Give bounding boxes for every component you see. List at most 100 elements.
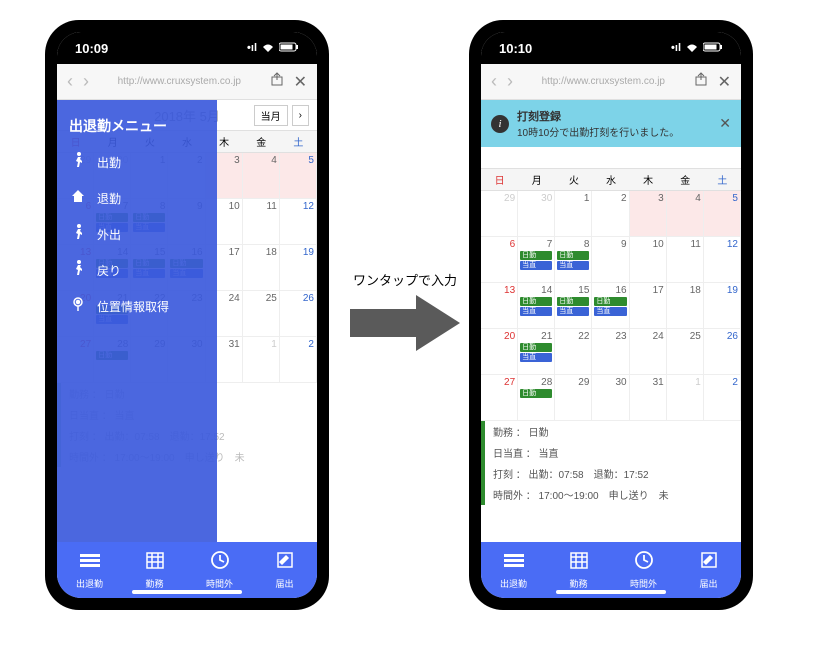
calendar-cell[interactable]: 17: [630, 283, 667, 329]
nav-icon: [80, 550, 100, 575]
day-number: 23: [594, 331, 626, 342]
menu-item-外出[interactable]: 外出: [57, 216, 217, 252]
notch: [122, 20, 252, 44]
nav-icon: [145, 550, 165, 575]
nav-item-届出[interactable]: 届出: [676, 542, 741, 598]
calendar-cell[interactable]: 11: [243, 199, 280, 245]
calendar-cell[interactable]: 5: [280, 153, 317, 199]
calendar-cell[interactable]: 7日勤当直: [518, 237, 555, 283]
current-month-button[interactable]: 当月: [254, 105, 288, 126]
menu-item-label: 退勤: [97, 190, 121, 207]
calendar-cell[interactable]: 3: [630, 191, 667, 237]
back-button[interactable]: ‹: [491, 71, 497, 92]
calendar-cell[interactable]: 18: [667, 283, 704, 329]
calendar-cell[interactable]: 16日勤当直: [592, 283, 629, 329]
url-bar[interactable]: http://www.cruxsystem.co.jp: [523, 76, 684, 87]
calendar-cell[interactable]: 12: [280, 199, 317, 245]
calendar-cell[interactable]: 4: [667, 191, 704, 237]
calendar-cell[interactable]: 2: [592, 191, 629, 237]
day-number: 1: [669, 377, 701, 388]
close-icon[interactable]: ✕: [294, 72, 307, 92]
notification-close-icon[interactable]: ✕: [719, 115, 731, 132]
signal-icon: •ıl: [247, 42, 257, 54]
day-number: 11: [669, 239, 701, 250]
calendar-cell[interactable]: 5: [704, 191, 741, 237]
calendar-cell[interactable]: 9: [592, 237, 629, 283]
share-icon[interactable]: [270, 72, 284, 91]
calendar-cell[interactable]: 30: [592, 375, 629, 421]
calendar-cell[interactable]: 29: [481, 191, 518, 237]
phone-right: 10:10 •ıl ‹ › http://www.cruxsystem.co.j…: [469, 20, 753, 610]
forward-button[interactable]: ›: [507, 71, 513, 92]
menu-item-label: 外出: [97, 226, 121, 243]
close-icon[interactable]: ✕: [718, 72, 731, 92]
calendar-cell[interactable]: 28日勤: [518, 375, 555, 421]
transition-arrow: ワンタップで入力: [350, 270, 460, 356]
next-month-button[interactable]: ›: [292, 105, 309, 126]
calendar-cell[interactable]: 21日勤当直: [518, 329, 555, 375]
calendar-cell[interactable]: 19: [704, 283, 741, 329]
day-number: 22: [557, 331, 589, 342]
calendar-cell[interactable]: 18: [243, 245, 280, 291]
weekday-label: 金: [243, 131, 280, 152]
calendar-cell[interactable]: 24: [630, 329, 667, 375]
calendar-cell[interactable]: 29: [555, 375, 592, 421]
calendar-cell[interactable]: 6: [481, 237, 518, 283]
menu-title: 出退勤メニュー: [57, 108, 217, 144]
nav-item-出退勤[interactable]: 出退勤: [57, 542, 122, 598]
day-number: 5: [282, 155, 314, 166]
share-icon[interactable]: [694, 72, 708, 91]
calendar-cell[interactable]: 13: [481, 283, 518, 329]
calendar-cell[interactable]: 1: [667, 375, 704, 421]
back-button[interactable]: ‹: [67, 71, 73, 92]
calendar-cell[interactable]: 2: [280, 337, 317, 383]
calendar-cell[interactable]: 15日勤当直: [555, 283, 592, 329]
calendar-cell[interactable]: 12: [704, 237, 741, 283]
calendar-cell[interactable]: 10: [630, 237, 667, 283]
calendar-cell[interactable]: 26: [280, 291, 317, 337]
calendar-cell[interactable]: 31: [630, 375, 667, 421]
calendar-cell[interactable]: 25: [667, 329, 704, 375]
detail-row: 打刻 ： 出勤：07:58 退勤：17:52: [481, 463, 741, 484]
calendar-cell[interactable]: 8日勤当直: [555, 237, 592, 283]
home-icon: [69, 188, 87, 208]
battery-icon: [279, 42, 299, 55]
day-number: 18: [669, 285, 701, 296]
home-indicator[interactable]: [556, 590, 666, 594]
calendar-cell[interactable]: 2: [704, 375, 741, 421]
nav-label: 勤務: [145, 577, 163, 590]
nav-item-届出[interactable]: 届出: [252, 542, 317, 598]
menu-item-退勤[interactable]: 退勤: [57, 180, 217, 216]
weekday-label: 木: [630, 169, 667, 190]
calendar-cell[interactable]: 19: [280, 245, 317, 291]
calendar-cell[interactable]: 1: [555, 191, 592, 237]
home-indicator[interactable]: [132, 590, 242, 594]
day-number: 19: [706, 285, 738, 296]
calendar-cell[interactable]: 1: [243, 337, 280, 383]
day-number: 9: [594, 239, 626, 250]
calendar-cell[interactable]: 11: [667, 237, 704, 283]
calendar-cell[interactable]: 30: [518, 191, 555, 237]
menu-item-位置情報取得[interactable]: 位置情報取得: [57, 288, 217, 324]
calendar-cell[interactable]: 4: [243, 153, 280, 199]
forward-button[interactable]: ›: [83, 71, 89, 92]
weekday-label: 土: [704, 169, 741, 190]
day-number: 8: [557, 239, 589, 250]
day-number: 29: [557, 377, 589, 388]
day-number: 6: [483, 239, 515, 250]
calendar-cell[interactable]: 22: [555, 329, 592, 375]
calendar-cell[interactable]: 27: [481, 375, 518, 421]
calendar-cell[interactable]: 25: [243, 291, 280, 337]
calendar-cell[interactable]: 14日勤当直: [518, 283, 555, 329]
day-number: 26: [282, 293, 314, 304]
nav-item-出退勤[interactable]: 出退勤: [481, 542, 546, 598]
menu-item-戻り[interactable]: 戻り: [57, 252, 217, 288]
calendar-cell[interactable]: 20: [481, 329, 518, 375]
nav-label: 勤務: [569, 577, 587, 590]
day-number: 2: [706, 377, 738, 388]
url-bar[interactable]: http://www.cruxsystem.co.jp: [99, 76, 260, 87]
day-number: 5: [706, 193, 738, 204]
menu-item-出勤[interactable]: 出勤: [57, 144, 217, 180]
calendar-cell[interactable]: 26: [704, 329, 741, 375]
calendar-cell[interactable]: 23: [592, 329, 629, 375]
